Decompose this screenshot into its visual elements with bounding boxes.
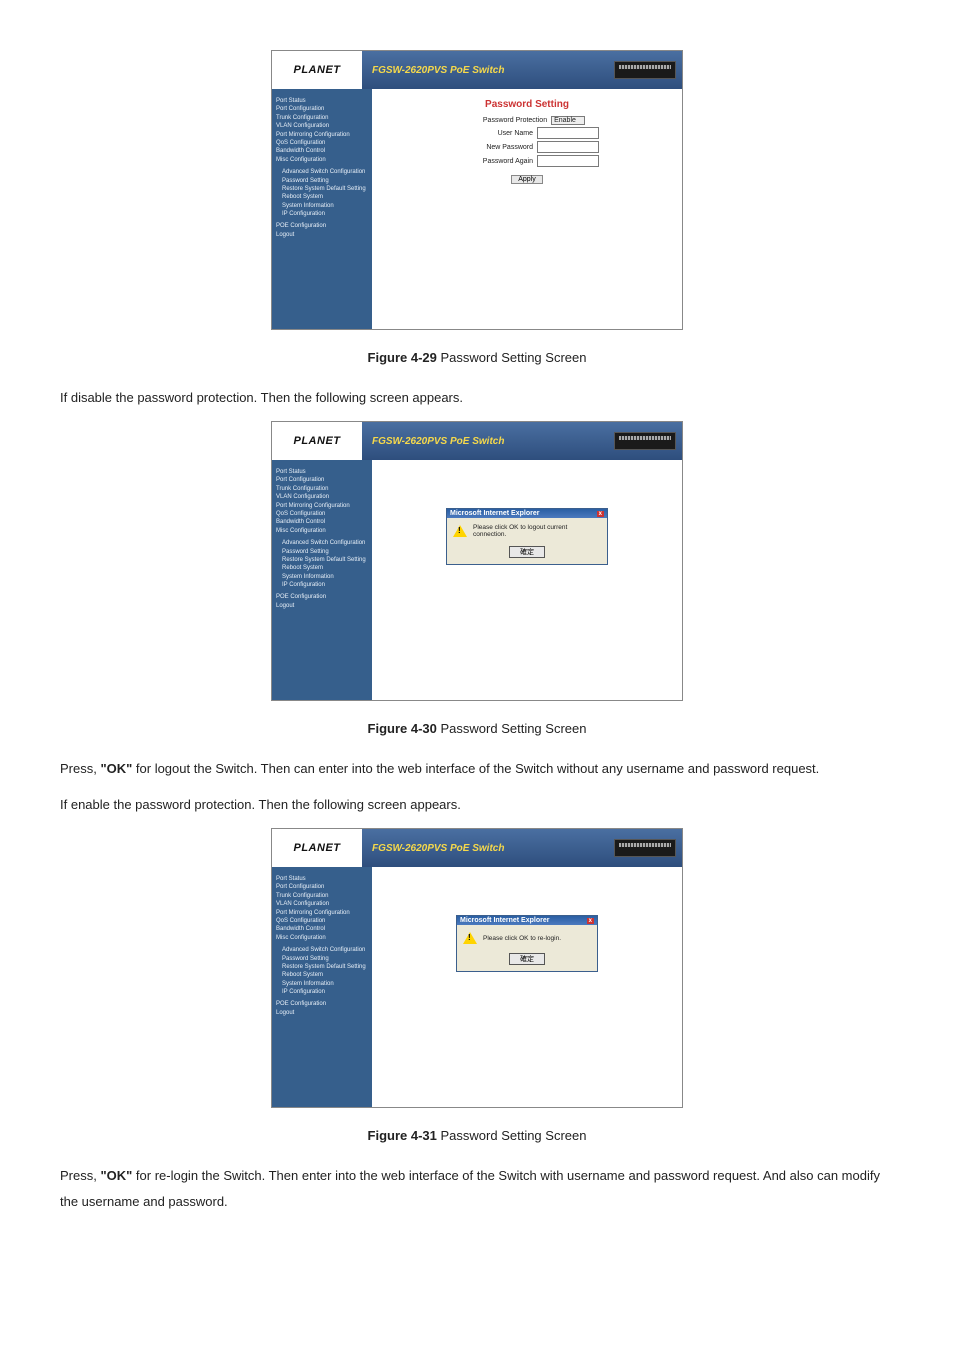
nav-subitem[interactable]: Password Setting xyxy=(282,177,368,185)
username-input[interactable] xyxy=(537,127,599,139)
product-title: FGSW-2620PVS PoE Switch xyxy=(372,843,504,854)
nav-item[interactable]: Misc Configuration xyxy=(276,527,368,535)
warning-icon xyxy=(453,524,467,538)
nav-item[interactable]: Bandwidth Control xyxy=(276,925,368,933)
nav-item[interactable]: POE Configuration xyxy=(276,222,368,230)
device-image xyxy=(614,61,676,79)
nav-item[interactable]: Logout xyxy=(276,231,368,239)
nav-item[interactable]: Logout xyxy=(276,1009,368,1017)
nav-item[interactable]: Port Status xyxy=(276,875,368,883)
nav-item[interactable]: Misc Configuration xyxy=(276,934,368,942)
pwagain-label: Password Again xyxy=(455,158,533,165)
nav-item[interactable]: VLAN Configuration xyxy=(276,900,368,908)
nav-item[interactable]: POE Configuration xyxy=(276,1000,368,1008)
apply-button[interactable]: Apply xyxy=(511,175,543,184)
nav-item[interactable]: Port Status xyxy=(276,97,368,105)
dialog-message: Please click OK to logout current connec… xyxy=(473,524,601,538)
nav-item[interactable]: Port Configuration xyxy=(276,105,368,113)
device-image xyxy=(614,839,676,857)
nav-item[interactable]: Bandwidth Control xyxy=(276,147,368,155)
newpw-label: New Password xyxy=(455,144,533,151)
protection-select[interactable]: Enable xyxy=(551,116,585,125)
device-image xyxy=(614,432,676,450)
nav-subitem[interactable]: Reboot System xyxy=(282,971,368,979)
protection-label: Password Protection xyxy=(469,117,547,124)
dialog-title: Microsoft Internet Explorer xyxy=(450,510,539,517)
nav-item[interactable]: Port Configuration xyxy=(276,476,368,484)
close-icon[interactable]: x xyxy=(597,511,604,517)
nav-subitem[interactable]: Password Setting xyxy=(282,548,368,556)
nav-subitem[interactable]: System Information xyxy=(282,202,368,210)
nav-subitem[interactable]: IP Configuration xyxy=(282,210,368,218)
brand-logo: PLANET xyxy=(272,51,362,89)
nav-subitem[interactable]: IP Configuration xyxy=(282,988,368,996)
body-text: If disable the password protection. Then… xyxy=(60,385,894,411)
brand-logo: PLANET xyxy=(272,422,362,460)
nav-subitem[interactable]: Advanced Switch Configuration xyxy=(282,168,368,176)
dialog-title: Microsoft Internet Explorer xyxy=(460,917,549,924)
nav-item[interactable]: Trunk Configuration xyxy=(276,892,368,900)
figure-caption: Figure 4-31 Password Setting Screen xyxy=(60,1128,894,1143)
product-title: FGSW-2620PVS PoE Switch xyxy=(372,436,504,447)
sidebar-nav: Port Status Port Configuration Trunk Con… xyxy=(272,460,372,700)
nav-subitem[interactable]: Restore System Default Setting xyxy=(282,185,368,193)
nav-item[interactable]: Trunk Configuration xyxy=(276,114,368,122)
screenshot-relogin-dialog: PLANET FGSW-2620PVS PoE Switch Port Stat… xyxy=(271,828,683,1108)
nav-item[interactable]: Logout xyxy=(276,602,368,610)
nav-subitem[interactable]: System Information xyxy=(282,980,368,988)
close-icon[interactable]: x xyxy=(587,918,594,924)
nav-subitem[interactable]: Advanced Switch Configuration xyxy=(282,946,368,954)
nav-item[interactable]: VLAN Configuration xyxy=(276,493,368,501)
ok-button[interactable]: 確定 xyxy=(509,953,545,965)
nav-item[interactable]: QoS Configuration xyxy=(276,917,368,925)
nav-subitem[interactable]: Restore System Default Setting xyxy=(282,963,368,971)
app-header: PLANET FGSW-2620PVS PoE Switch xyxy=(272,51,682,89)
main-panel: Microsoft Internet Explorer x Please cli… xyxy=(372,867,682,1107)
sidebar-nav: Port Status Port Configuration Trunk Con… xyxy=(272,89,372,329)
product-title: FGSW-2620PVS PoE Switch xyxy=(372,65,504,76)
nav-item[interactable]: POE Configuration xyxy=(276,593,368,601)
body-text: Press, "OK" for logout the Switch. Then … xyxy=(60,756,894,782)
nav-item[interactable]: VLAN Configuration xyxy=(276,122,368,130)
figure-caption: Figure 4-29 Password Setting Screen xyxy=(60,350,894,365)
alert-dialog: Microsoft Internet Explorer x Please cli… xyxy=(446,508,608,565)
ok-button[interactable]: 確定 xyxy=(509,546,545,558)
alert-dialog: Microsoft Internet Explorer x Please cli… xyxy=(456,915,598,972)
newpw-input[interactable] xyxy=(537,141,599,153)
nav-subitem[interactable]: Advanced Switch Configuration xyxy=(282,539,368,547)
nav-item[interactable]: Port Status xyxy=(276,468,368,476)
nav-item[interactable]: Trunk Configuration xyxy=(276,485,368,493)
app-header: PLANET FGSW-2620PVS PoE Switch xyxy=(272,829,682,867)
main-panel: Microsoft Internet Explorer x Please cli… xyxy=(372,460,682,700)
figure-caption: Figure 4-30 Password Setting Screen xyxy=(60,721,894,736)
nav-subitem[interactable]: Reboot System xyxy=(282,193,368,201)
nav-subitem[interactable]: System Information xyxy=(282,573,368,581)
screenshot-password-setting: PLANET FGSW-2620PVS PoE Switch Port Stat… xyxy=(271,50,683,330)
screenshot-logout-dialog: PLANET FGSW-2620PVS PoE Switch Port Stat… xyxy=(271,421,683,701)
nav-item[interactable]: QoS Configuration xyxy=(276,139,368,147)
dialog-message: Please click OK to re-login. xyxy=(483,935,561,942)
warning-icon xyxy=(463,931,477,945)
sidebar-nav: Port Status Port Configuration Trunk Con… xyxy=(272,867,372,1107)
nav-subitem[interactable]: Password Setting xyxy=(282,955,368,963)
nav-subitem[interactable]: Reboot System xyxy=(282,564,368,572)
nav-item[interactable]: Port Mirroring Configuration xyxy=(276,502,368,510)
body-text: Press, "OK" for re-login the Switch. The… xyxy=(60,1163,894,1215)
main-panel: Password Setting Password Protection Ena… xyxy=(372,89,682,329)
nav-item[interactable]: Misc Configuration xyxy=(276,156,368,164)
nav-subitem[interactable]: Restore System Default Setting xyxy=(282,556,368,564)
nav-item[interactable]: Bandwidth Control xyxy=(276,518,368,526)
nav-item[interactable]: QoS Configuration xyxy=(276,510,368,518)
username-label: User Name xyxy=(455,130,533,137)
app-header: PLANET FGSW-2620PVS PoE Switch xyxy=(272,422,682,460)
nav-subitem[interactable]: IP Configuration xyxy=(282,581,368,589)
panel-heading: Password Setting xyxy=(378,99,676,110)
brand-logo: PLANET xyxy=(272,829,362,867)
nav-item[interactable]: Port Mirroring Configuration xyxy=(276,909,368,917)
pwagain-input[interactable] xyxy=(537,155,599,167)
nav-item[interactable]: Port Configuration xyxy=(276,883,368,891)
nav-item[interactable]: Port Mirroring Configuration xyxy=(276,131,368,139)
body-text: If enable the password protection. Then … xyxy=(60,792,894,818)
